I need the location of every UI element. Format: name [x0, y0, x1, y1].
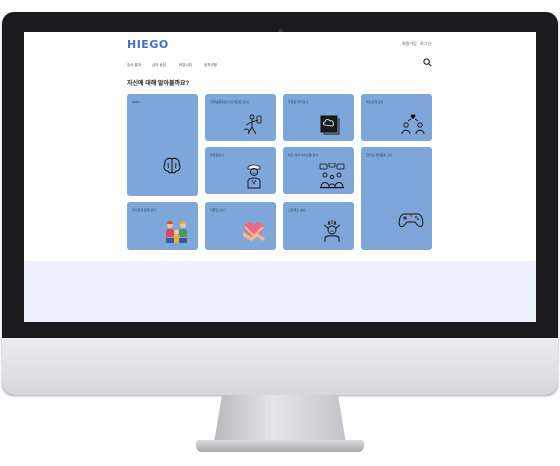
stress-icon — [323, 220, 341, 242]
site-logo[interactable]: HIEGO — [127, 38, 169, 51]
test-card-stress[interactable]: 스트레스 검사 — [283, 202, 354, 250]
card-title: 부모 자녀 의사소통 검사 — [288, 153, 319, 157]
signup-link[interactable]: 회원가입 — [402, 41, 417, 47]
login-link[interactable]: 로그인 — [420, 41, 431, 47]
monitor-stand — [214, 395, 346, 443]
card-title: 인터넷 게임중독 검사 — [366, 153, 393, 157]
test-card-game-addiction[interactable]: 인터넷 게임중독 검사 — [361, 147, 432, 250]
monitor-chin — [2, 338, 558, 395]
card-title: 자존감 검사 — [210, 208, 225, 212]
card-title: 우울증 자가검사 — [288, 100, 309, 104]
nav-item-counsel[interactable]: 심리 상담 — [152, 63, 166, 68]
phone-addiction-icon — [243, 114, 262, 135]
card-title: 대인관계 검사 — [366, 100, 384, 104]
test-card-internet-addiction[interactable]: 인터넷중독검사(스마트폰 검사) — [205, 94, 276, 141]
card-title: 대인관계 문제 검사 — [132, 208, 156, 212]
people-relation-icon — [401, 114, 425, 135]
test-card-depression[interactable]: 우울증검사 — [205, 147, 276, 194]
sad-person-icon — [247, 164, 261, 189]
card-title: 스트레스 검사 — [288, 208, 306, 212]
card-title: 인터넷중독검사(스마트폰 검사) — [210, 100, 249, 104]
page-heading: 자신에 대해 알아볼까요? — [127, 81, 190, 87]
test-card-mmpi[interactable]: MMPI — [127, 94, 198, 196]
test-card-relationship-problem[interactable]: 대인관계 문제 검사 — [127, 202, 198, 250]
gamepad-icon — [398, 213, 424, 228]
nav-item-notice[interactable]: 공지사항 — [204, 63, 217, 68]
nav-item-community[interactable]: 커뮤니티 — [179, 63, 192, 68]
test-card-depression-self[interactable]: 우울증 자가검사 — [283, 94, 354, 141]
brain-icon — [163, 157, 181, 174]
monitor-base — [196, 440, 364, 452]
card-title: MMPI — [132, 100, 140, 104]
family-talk-icon — [319, 163, 345, 189]
screen: HIEGO 회원가입 로그인 검사 결과 심리 상담 커뮤니티 공지사항 자신에… — [24, 32, 536, 322]
test-card-relationship[interactable]: 대인관계 검사 — [361, 94, 432, 141]
heart-hug-icon — [243, 222, 265, 241]
test-card-self-esteem[interactable]: 자존감 검사 — [205, 202, 276, 250]
search-icon[interactable] — [423, 58, 432, 67]
mind-cloud-icon — [320, 115, 340, 135]
nav-item-results[interactable]: 검사 결과 — [127, 63, 141, 68]
footer-band — [24, 261, 536, 322]
test-card-family-communication[interactable]: 부모 자녀 의사소통 검사 — [283, 147, 354, 194]
group-icon — [166, 221, 187, 243]
card-title: 우울증검사 — [210, 153, 224, 157]
